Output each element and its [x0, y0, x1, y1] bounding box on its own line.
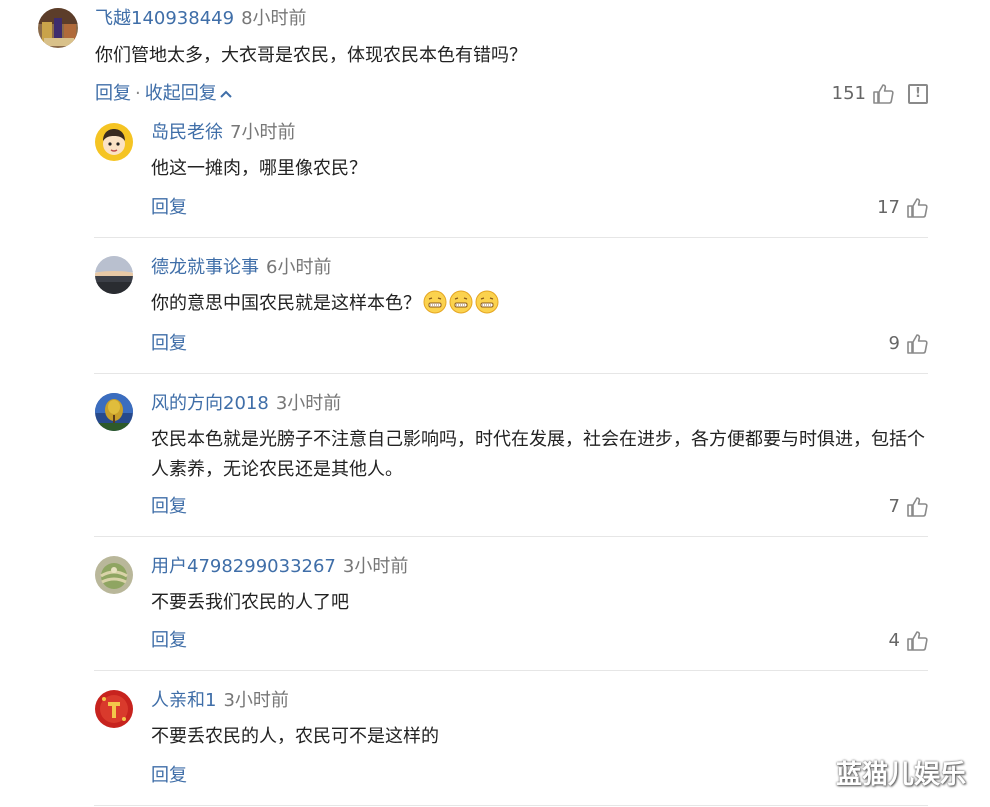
- separator: ·: [135, 83, 141, 104]
- like-button[interactable]: 4: [889, 630, 928, 652]
- avatar[interactable]: [95, 690, 133, 728]
- comment-text: 不要丢我们农民的人了吧: [151, 592, 349, 613]
- like-count: 7: [888, 496, 900, 517]
- username[interactable]: 风的方向2018: [151, 393, 269, 414]
- comment-header: 岛民老徐 7小时前: [151, 122, 295, 144]
- comment-text: 农民本色就是光膀子不注意自己影响吗，时代在发展，社会在进步，各方便都要与时俱进，…: [151, 429, 925, 480]
- avatar[interactable]: [95, 393, 133, 431]
- reply-item: 用户4798299033267 3小时前 不要丢我们农民的人了吧 回复 4: [0, 537, 990, 671]
- watermark: 蓝猫儿娱乐: [836, 760, 967, 790]
- collapse-replies-button[interactable]: 收起回复: [145, 83, 233, 104]
- timestamp: 3小时前: [342, 556, 409, 577]
- comment-header: 飞越140938449 8小时前: [95, 8, 307, 30]
- timestamp: 8小时前: [241, 8, 307, 29]
- comment-item: 飞越140938449 8小时前 你们管地太多，大衣哥是农民，体现农民本色有错吗？…: [0, 0, 990, 118]
- zipper-mouth-emoji-icon: [449, 290, 473, 324]
- like-button[interactable]: 151: [832, 83, 894, 105]
- thumbs-up-icon: [872, 83, 894, 105]
- zipper-mouth-emoji-icon: [423, 290, 447, 324]
- comment-actions: 回复: [151, 496, 187, 518]
- comment-actions: 回复: [151, 630, 187, 652]
- username[interactable]: 人亲和1: [151, 690, 216, 711]
- timestamp: 6小时前: [266, 257, 332, 278]
- thumbs-up-icon: [906, 630, 928, 652]
- comment-header: 人亲和1 3小时前: [151, 690, 289, 712]
- avatar[interactable]: [95, 556, 133, 594]
- comment-actions: 回复 · 收起回复: [95, 83, 233, 105]
- reply-button[interactable]: 回复: [151, 333, 187, 354]
- username[interactable]: 飞越140938449: [95, 8, 234, 29]
- like-count: 4: [888, 630, 900, 651]
- reply-button[interactable]: 回复: [95, 83, 131, 104]
- thumbs-up-icon: [906, 333, 928, 355]
- timestamp: 3小时前: [275, 393, 342, 414]
- divider: [94, 805, 928, 806]
- like-button[interactable]: 7: [889, 496, 928, 518]
- comment-text: 你们管地太多，大衣哥是农民，体现农民本色有错吗？: [95, 45, 527, 66]
- reply-item: 风的方向2018 3小时前 农民本色就是光膀子不注意自己影响吗，时代在发展，社会在…: [0, 374, 990, 537]
- comment-actions: 回复: [151, 765, 187, 787]
- username[interactable]: 岛民老徐: [151, 122, 223, 143]
- like-button[interactable]: 17: [877, 197, 928, 219]
- report-icon[interactable]: !: [908, 84, 928, 104]
- comment-text-content: 你的意思中国农民就是这样本色？: [151, 293, 421, 314]
- reply-button[interactable]: 回复: [151, 197, 187, 218]
- comment-text: 不要丢农民的人，农民可不是这样的: [151, 726, 439, 747]
- chevron-up-icon: [219, 83, 233, 105]
- reply-item: 岛民老徐 7小时前 他这一摊肉，哪里像农民？ 回复 17: [0, 118, 990, 238]
- thumbs-up-icon: [906, 197, 928, 219]
- like-count: 9: [888, 333, 900, 354]
- zipper-mouth-emoji-icon: [475, 290, 499, 324]
- reply-button[interactable]: 回复: [151, 765, 187, 786]
- comment-header: 风的方向2018 3小时前: [151, 393, 341, 415]
- avatar[interactable]: [95, 123, 133, 161]
- reply-button[interactable]: 回复: [151, 630, 187, 651]
- username[interactable]: 德龙就事论事: [151, 257, 259, 278]
- comment-header: 用户4798299033267 3小时前: [151, 556, 408, 578]
- avatar[interactable]: [95, 256, 133, 294]
- like-count: 151: [831, 83, 866, 104]
- avatar[interactable]: [38, 8, 78, 48]
- comment-text: 你的意思中国农民就是这样本色？: [151, 289, 931, 324]
- timestamp: 3小时前: [223, 690, 289, 711]
- like-button[interactable]: 9: [889, 333, 928, 355]
- username[interactable]: 用户4798299033267: [151, 556, 336, 577]
- reply-button[interactable]: 回复: [151, 496, 187, 517]
- comment-actions: 回复: [151, 197, 187, 219]
- comment-header: 德龙就事论事 6小时前: [151, 257, 331, 279]
- reply-item: 德龙就事论事 6小时前 你的意思中国农民就是这样本色？ 回复 9: [0, 238, 990, 374]
- thumbs-up-icon: [906, 496, 928, 518]
- timestamp: 7小时前: [230, 122, 296, 143]
- comment-text: 他这一摊肉，哪里像农民？: [151, 158, 367, 179]
- comment-actions: 回复: [151, 333, 187, 355]
- collapse-replies-label: 收起回复: [144, 83, 217, 104]
- like-count: 17: [877, 197, 900, 218]
